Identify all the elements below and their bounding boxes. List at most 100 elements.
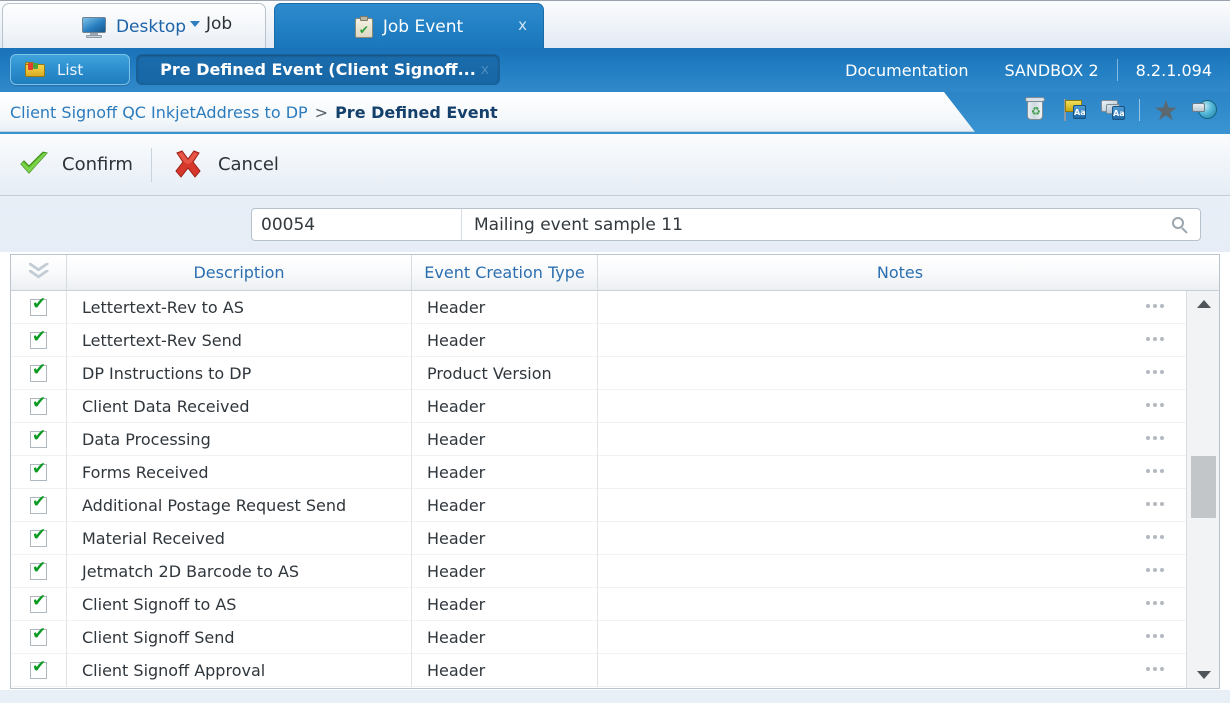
table-row[interactable]: ✔ Material Received Header bbox=[11, 521, 1187, 555]
checkbox-icon[interactable]: ✔ bbox=[30, 656, 47, 679]
table-row[interactable]: ✔ Client Data Received Header bbox=[11, 389, 1187, 423]
checkbox-icon[interactable]: ✔ bbox=[30, 326, 47, 349]
row-menu-icon[interactable] bbox=[1146, 336, 1164, 341]
job-lookup-field[interactable]: 00054 Mailing event sample 11 bbox=[251, 208, 1201, 241]
grid-header-description[interactable]: Description bbox=[67, 255, 412, 290]
row-select-checkbox[interactable]: ✔ bbox=[11, 554, 67, 588]
row-notes[interactable] bbox=[598, 423, 1186, 456]
checkbox-icon[interactable]: ✔ bbox=[30, 425, 47, 448]
row-select-checkbox[interactable]: ✔ bbox=[11, 455, 67, 489]
row-select-checkbox[interactable]: ✔ bbox=[11, 620, 67, 654]
checkmark-icon: ✔ bbox=[32, 425, 47, 446]
context-tab-close-icon[interactable]: x bbox=[481, 62, 489, 78]
row-menu-icon[interactable] bbox=[1146, 402, 1164, 407]
checkbox-icon[interactable]: ✔ bbox=[30, 493, 47, 514]
screen-attachment-icon[interactable]: Aa bbox=[1100, 96, 1126, 124]
job-number-input[interactable]: 00054 bbox=[252, 209, 462, 240]
row-menu-icon[interactable] bbox=[1146, 600, 1164, 605]
table-row[interactable]: ✔ Lettertext-Rev Send Header bbox=[11, 323, 1187, 357]
cancel-button[interactable]: Cancel bbox=[152, 149, 297, 180]
job-search-button[interactable] bbox=[1160, 209, 1200, 240]
globe-link-icon[interactable] bbox=[1192, 96, 1218, 124]
checkbox-icon[interactable]: ✔ bbox=[30, 394, 47, 415]
row-select-checkbox[interactable]: ✔ bbox=[11, 521, 67, 555]
table-row[interactable]: ✔ Additional Postage Request Send Header bbox=[11, 488, 1187, 522]
table-row[interactable]: ✔ Lettertext-Rev to AS Header bbox=[11, 290, 1187, 324]
row-notes[interactable] bbox=[598, 522, 1186, 555]
checkbox-icon[interactable]: ✔ bbox=[30, 361, 47, 382]
row-notes[interactable] bbox=[598, 621, 1186, 654]
row-menu-icon[interactable] bbox=[1146, 303, 1164, 308]
confirm-button[interactable]: Confirm bbox=[0, 150, 151, 179]
tab-job-event[interactable]: ✔ Job Event x bbox=[274, 3, 544, 49]
row-notes[interactable] bbox=[598, 654, 1186, 687]
grid-vertical-scrollbar[interactable] bbox=[1186, 291, 1219, 688]
checkmark-icon: ✔ bbox=[32, 293, 47, 314]
row-menu-icon[interactable] bbox=[1146, 534, 1164, 539]
tab-strip: Desktop ✔ Job Event x bbox=[0, 0, 1230, 49]
row-menu-icon[interactable] bbox=[1146, 567, 1164, 572]
table-row[interactable]: ✔ Client Signoff Approval Header bbox=[11, 653, 1187, 687]
list-button[interactable]: List bbox=[10, 54, 130, 85]
checkbox-icon[interactable]: ✔ bbox=[30, 460, 47, 481]
scroll-up-button[interactable] bbox=[1187, 291, 1220, 317]
grid-header-notes[interactable]: Notes bbox=[598, 255, 1202, 290]
table-row[interactable]: ✔ Jetmatch 2D Barcode to AS Header bbox=[11, 554, 1187, 588]
row-notes[interactable] bbox=[598, 588, 1186, 621]
row-description: DP Instructions to DP bbox=[67, 356, 412, 390]
row-menu-icon[interactable] bbox=[1146, 501, 1164, 506]
checkmark-icon: ✔ bbox=[32, 524, 47, 545]
checkbox-icon[interactable]: ✔ bbox=[30, 524, 47, 547]
row-select-checkbox[interactable]: ✔ bbox=[11, 422, 67, 456]
row-description: Additional Postage Request Send bbox=[67, 488, 412, 522]
blue-toolbar: List Pre Defined Event (Client Signoff..… bbox=[0, 48, 1230, 92]
flag-attachment-icon[interactable]: Aa bbox=[1061, 96, 1087, 124]
favorite-star-icon[interactable] bbox=[1153, 96, 1179, 124]
grid-header-select-all[interactable] bbox=[11, 255, 67, 290]
table-row[interactable]: ✔ Client Signoff to AS Header bbox=[11, 587, 1187, 621]
checkbox-icon[interactable]: ✔ bbox=[30, 559, 47, 580]
row-notes[interactable] bbox=[598, 357, 1186, 390]
documentation-link[interactable]: Documentation bbox=[827, 61, 986, 80]
checkmark-icon: ✔ bbox=[32, 590, 47, 611]
row-notes[interactable] bbox=[598, 489, 1186, 522]
row-menu-icon[interactable] bbox=[1146, 633, 1164, 638]
checkmark-icon: ✔ bbox=[32, 656, 47, 677]
checkmark-icon: ✔ bbox=[32, 326, 47, 347]
breadcrumb-parent-link[interactable]: Client Signoff QC InkjetAddress to DP bbox=[10, 103, 308, 122]
row-select-checkbox[interactable]: ✔ bbox=[11, 290, 67, 324]
scroll-down-button[interactable] bbox=[1187, 662, 1220, 688]
breadcrumb: Client Signoff QC InkjetAddress to DP > … bbox=[10, 92, 498, 132]
checkbox-icon[interactable]: ✔ bbox=[30, 293, 47, 316]
row-select-checkbox[interactable]: ✔ bbox=[11, 389, 67, 423]
table-row[interactable]: ✔ Data Processing Header bbox=[11, 422, 1187, 456]
scrollbar-thumb[interactable] bbox=[1191, 456, 1216, 518]
row-select-checkbox[interactable]: ✔ bbox=[11, 587, 67, 621]
row-menu-icon[interactable] bbox=[1146, 369, 1164, 374]
table-row[interactable]: ✔ Client Signoff Send Header bbox=[11, 620, 1187, 654]
chevron-down-icon[interactable] bbox=[190, 21, 200, 27]
row-menu-icon[interactable] bbox=[1146, 666, 1164, 671]
row-select-checkbox[interactable]: ✔ bbox=[11, 488, 67, 522]
table-row[interactable]: ✔ DP Instructions to DP Product Version bbox=[11, 356, 1187, 390]
row-select-checkbox[interactable]: ✔ bbox=[11, 356, 67, 390]
row-notes[interactable] bbox=[598, 291, 1186, 324]
row-notes[interactable] bbox=[598, 390, 1186, 423]
row-menu-icon[interactable] bbox=[1146, 468, 1164, 473]
checkbox-icon[interactable]: ✔ bbox=[30, 590, 47, 613]
row-menu-icon[interactable] bbox=[1146, 435, 1164, 440]
row-notes[interactable] bbox=[598, 456, 1186, 489]
row-notes[interactable] bbox=[598, 555, 1186, 588]
tab-desktop-label: Desktop bbox=[115, 16, 187, 37]
row-notes[interactable] bbox=[598, 324, 1186, 357]
context-tab-button[interactable]: Pre Defined Event (Client Signoff... x bbox=[136, 54, 500, 85]
recycle-bin-icon[interactable]: ♻ bbox=[1022, 96, 1048, 124]
row-select-checkbox[interactable]: ✔ bbox=[11, 323, 67, 357]
job-description-input[interactable]: Mailing event sample 11 bbox=[462, 209, 1160, 240]
row-event-creation-type: Header bbox=[412, 488, 598, 522]
grid-header-event-creation-type[interactable]: Event Creation Type bbox=[412, 255, 598, 290]
checkbox-icon[interactable]: ✔ bbox=[30, 625, 47, 646]
tab-close-icon[interactable]: x bbox=[518, 18, 527, 33]
table-row[interactable]: ✔ Forms Received Header bbox=[11, 455, 1187, 489]
row-select-checkbox[interactable]: ✔ bbox=[11, 653, 67, 687]
